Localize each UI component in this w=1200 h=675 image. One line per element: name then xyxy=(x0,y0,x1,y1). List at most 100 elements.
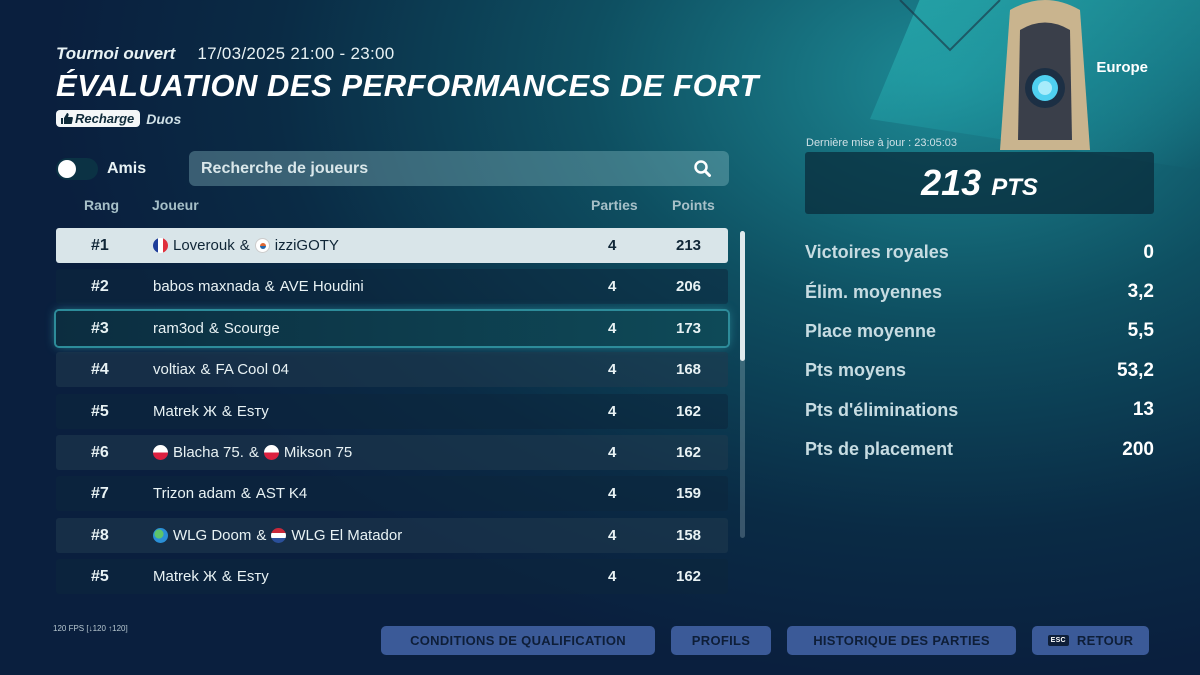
stat-row: Place moyenne 5,5 xyxy=(805,312,1154,351)
player-separator: & xyxy=(264,278,275,296)
globe-flag-icon xyxy=(153,527,168,543)
score-value: 213 xyxy=(921,162,982,203)
back-button-label: RETOUR xyxy=(1076,633,1134,648)
player-two-name: izziGOTY xyxy=(274,237,339,254)
last-updated: Dernière mise à jour : 23:05:03 xyxy=(806,137,958,149)
table-row[interactable]: #4 voltiax & FA Cool 04 4 168 xyxy=(56,352,728,388)
toggle-knob xyxy=(58,160,76,178)
row-rank: #7 xyxy=(91,485,109,503)
player-one-name: WLG Doom xyxy=(173,526,252,544)
stats-panel: Victoires royales 0 Élim. moyennes 3,2 Pla… xyxy=(805,233,1154,469)
table-row[interactable]: #5 Matrek Ж & Esтy 4 162 xyxy=(56,393,728,429)
stat-row: Pts d'éliminations 13 xyxy=(805,391,1154,430)
column-header-player: Joueur xyxy=(152,197,199,213)
player-two-name: AVE Houdini xyxy=(279,278,364,296)
region-label: Europe xyxy=(1096,59,1148,76)
player-one-name: Trizon adam xyxy=(153,485,236,503)
row-rank: #2 xyxy=(91,278,109,296)
row-player: Loverouk & izziGOTY xyxy=(153,228,339,263)
stat-label: Victoires royales xyxy=(805,242,949,263)
tournament-mode: Tournoi ouvert xyxy=(56,44,176,63)
netherlands-flag-icon xyxy=(271,527,287,543)
score-unit: PTS xyxy=(991,174,1038,201)
player-separator: & xyxy=(240,485,251,503)
leaderboard-scrollbar[interactable] xyxy=(740,231,745,538)
page-title: ÉVALUATION DES PERFORMANCES DE FORT xyxy=(56,68,759,103)
row-player: Matrek Ж & Esтy xyxy=(153,394,269,429)
table-row[interactable]: #8 WLG Doom & WLG El Matador 4 158 xyxy=(56,517,728,553)
mode-tag-label: Recharge xyxy=(75,111,135,126)
player-two-name: Esтy xyxy=(236,568,269,586)
table-row[interactable]: #1 Loverouk & izziGOTY 4 213 xyxy=(56,228,728,263)
row-rank: #5 xyxy=(91,402,109,420)
mode-tag-badge: Recharge xyxy=(56,110,141,127)
player-two-name: WLG El Matador xyxy=(291,526,403,544)
player-two-name: AST K4 xyxy=(255,485,308,503)
match-history-button[interactable]: HISTORIQUE DES PARTIES xyxy=(787,626,1016,655)
row-rank: #5 xyxy=(91,568,109,586)
row-games: 4 xyxy=(608,485,617,503)
friends-toggle-label: Amis xyxy=(107,160,147,177)
row-games: 4 xyxy=(608,361,617,379)
player-one-name: Blacha 75. xyxy=(173,443,244,461)
player-one-name: Matrek Ж xyxy=(153,402,217,420)
row-games: 4 xyxy=(608,526,617,544)
player-one-name: ram3od xyxy=(153,319,204,337)
friends-toggle[interactable] xyxy=(56,158,98,180)
profiles-button[interactable]: PROFILS xyxy=(671,626,771,655)
qualification-conditions-button[interactable]: CONDITIONS DE QUALIFICATION xyxy=(381,626,655,655)
search-input[interactable] xyxy=(189,151,729,186)
row-rank: #6 xyxy=(91,443,109,461)
player-one-name: Loverouk xyxy=(173,237,235,254)
row-player: Trizon adam & AST K4 xyxy=(153,476,307,511)
stat-value: 5,5 xyxy=(1127,320,1154,342)
row-player: WLG Doom & WLG El Matador xyxy=(153,518,402,553)
row-player: voltiax & FA Cool 04 xyxy=(153,352,289,387)
page-header: Tournoi ouvert 17/03/2025 21:00 - 23:00 … xyxy=(56,44,806,127)
row-games: 4 xyxy=(608,568,617,586)
stat-label: Élim. moyennes xyxy=(805,281,943,302)
leaderboard-table: #1 Loverouk & izziGOTY 4 213 #2 babos ma… xyxy=(56,228,728,601)
player-separator: & xyxy=(208,319,219,337)
player-separator: & xyxy=(239,237,250,254)
row-points: 168 xyxy=(676,361,702,379)
table-row[interactable]: #3 ram3od & Scourge 4 173 xyxy=(56,310,728,346)
row-points: 213 xyxy=(676,237,702,254)
tournament-datetime: 17/03/2025 21:00 - 23:00 xyxy=(197,44,395,63)
player-one-name: Matrek Ж xyxy=(153,568,217,586)
player-one-name: voltiax xyxy=(153,361,196,379)
stat-value: 13 xyxy=(1132,399,1154,421)
stat-row: Élim. moyennes 3,2 xyxy=(805,272,1154,311)
fps-counter: 120 FPS [↓120 ↑120] xyxy=(53,624,128,633)
table-row[interactable]: #2 babos maxnada & AVE Houdini 4 206 xyxy=(56,269,728,305)
row-games: 4 xyxy=(608,443,617,461)
row-player: ram3od & Scourge xyxy=(153,311,280,346)
player-two-name: Mikson 75 xyxy=(283,443,353,461)
column-header-rank: Rang xyxy=(84,197,119,213)
player-search xyxy=(189,151,729,186)
player-separator: & xyxy=(256,526,267,544)
player-two-name: Esтy xyxy=(236,402,269,420)
back-button[interactable]: ESC RETOUR xyxy=(1032,626,1149,655)
scrollbar-thumb[interactable] xyxy=(740,231,745,361)
stat-value: 200 xyxy=(1122,438,1154,460)
table-row[interactable]: #5 Matrek Ж & Esтy 4 162 xyxy=(56,559,728,595)
table-row[interactable]: #7 Trizon adam & AST K4 4 159 xyxy=(56,476,728,512)
row-games: 4 xyxy=(608,237,617,254)
stat-label: Pts moyens xyxy=(805,360,907,381)
table-row[interactable]: #6 Blacha 75. & Mikson 75 4 162 xyxy=(56,434,728,470)
column-header-games: Parties xyxy=(591,197,638,213)
player-separator: & xyxy=(221,402,232,420)
france-flag-icon xyxy=(153,238,168,253)
row-points: 159 xyxy=(676,485,702,503)
row-points: 173 xyxy=(676,319,702,337)
stat-label: Pts d'éliminations xyxy=(805,399,959,420)
stat-label: Pts de placement xyxy=(805,439,954,460)
search-icon[interactable] xyxy=(694,160,711,177)
stat-label: Place moyenne xyxy=(805,320,937,341)
player-avatar xyxy=(990,0,1100,150)
row-games: 4 xyxy=(608,278,617,296)
player-one-name: babos maxnada xyxy=(153,278,260,296)
stat-row: Pts moyens 53,2 xyxy=(805,351,1154,390)
row-points: 162 xyxy=(676,443,702,461)
